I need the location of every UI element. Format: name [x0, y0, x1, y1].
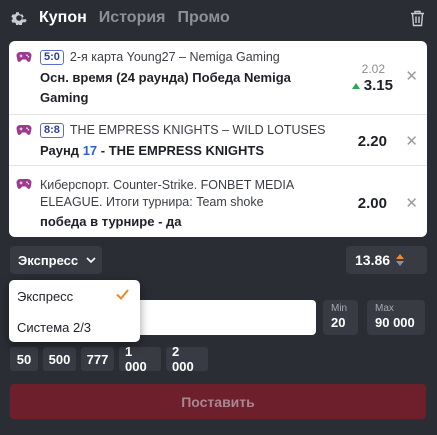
bet-type-dropdown: Экспресс Система 2/3	[9, 280, 140, 342]
bet-event: Киберспорт. Counter-Strike. FONBET MEDIA…	[40, 178, 294, 209]
coupon-header: Купон История Промо	[0, 0, 437, 38]
checkmark-icon	[116, 289, 129, 300]
event-name: 2-я карта Young27 – Nemiga Gaming	[69, 50, 280, 64]
current-odd: 2.00	[357, 195, 387, 212]
previous-odd: 2.02	[361, 62, 385, 76]
bet-outcome: Осн. время (24 раунда) Победа Nemiga Gam…	[40, 70, 291, 105]
bet-item: 8:8 THE EMPRESS KNIGHTS – WILD LOTUSES Ра…	[9, 115, 427, 166]
quick-amount-button[interactable]: 1 000	[119, 344, 161, 374]
bet-event: 8:8 THE EMPRESS KNIGHTS – WILD LOTUSES	[40, 123, 326, 139]
place-bet-button[interactable]: Поставить	[10, 384, 426, 419]
quick-amounts: 50 500 777 1 000 2 000	[10, 344, 208, 374]
bet-type-select[interactable]: Экспресс	[10, 246, 102, 274]
remove-bet-button[interactable]: ✕	[405, 194, 418, 212]
tab-coupon[interactable]: Купон	[39, 9, 87, 27]
bet-outcome: победа в турнире - да	[40, 214, 182, 229]
bet-outcome: Раунд 17 - THE EMPRESS KNIGHTS	[40, 143, 265, 158]
gamepad-icon	[16, 125, 32, 135]
odd-up-icon	[351, 83, 360, 90]
live-score-badge: 5:0	[40, 50, 64, 66]
tab-history[interactable]: История	[99, 9, 166, 27]
remove-bet-button[interactable]: ✕	[405, 67, 418, 85]
bet-item: 5:0 2-я карта Young27 – Nemiga Gaming Осн…	[9, 41, 427, 115]
total-odd: 13.86	[346, 246, 427, 274]
current-odd: 3.15	[351, 77, 393, 94]
tab-promo[interactable]: Промо	[178, 9, 230, 27]
gamepad-icon	[16, 179, 32, 189]
gear-icon[interactable]	[11, 10, 27, 26]
quick-amount-button[interactable]: 500	[43, 347, 76, 371]
event-name: THE EMPRESS KNIGHTS – WILD LOTUSES	[69, 123, 326, 137]
max-stake[interactable]: Max 90 000	[367, 300, 425, 335]
current-odd: 2.20	[357, 133, 387, 150]
trash-icon[interactable]	[410, 10, 425, 27]
live-score-badge: 8:8	[40, 123, 64, 139]
min-stake[interactable]: Min 20	[323, 300, 358, 335]
quick-amount-button[interactable]: 777	[81, 347, 114, 371]
stake-input[interactable]	[128, 300, 316, 335]
quick-amount-button[interactable]: 2 000	[166, 344, 208, 374]
option-express[interactable]: Экспресс	[17, 289, 73, 304]
bet-list: 5:0 2-я карта Young27 – Nemiga Gaming Осн…	[9, 41, 427, 237]
quick-amount-button[interactable]: 50	[10, 347, 38, 371]
chevron-down-icon	[86, 257, 96, 263]
remove-bet-button[interactable]: ✕	[405, 132, 418, 150]
gamepad-icon	[16, 52, 32, 62]
bet-event: 5:0 2-я карта Young27 – Nemiga Gaming	[40, 50, 280, 66]
option-system-2-3[interactable]: Система 2/3	[17, 320, 91, 335]
odd-change-icon	[396, 254, 405, 266]
bet-item: Киберспорт. Counter-Strike. FONBET MEDIA…	[9, 166, 427, 237]
